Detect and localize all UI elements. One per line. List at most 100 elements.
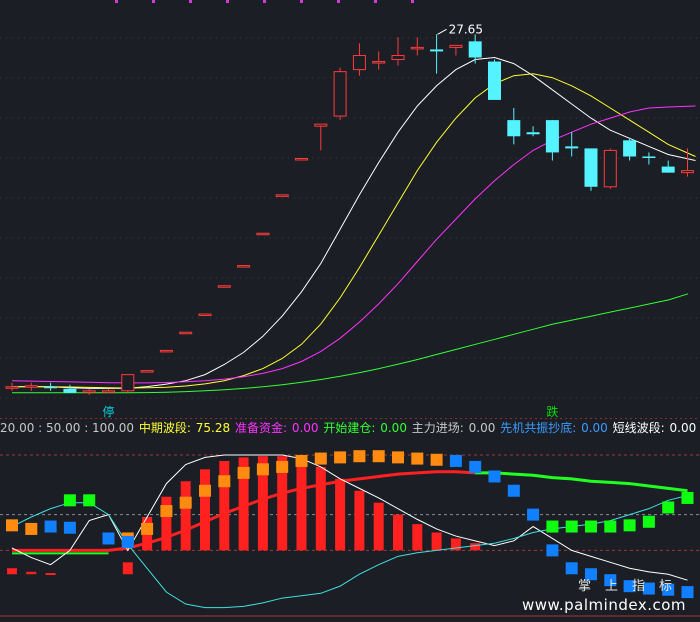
candlestick <box>449 44 463 56</box>
blue-square <box>546 544 559 557</box>
top-marker-dot <box>300 0 303 3</box>
start-build-value: 0.00 <box>380 421 407 435</box>
candle-body <box>372 61 386 64</box>
blue-square <box>102 532 115 545</box>
candlestick <box>623 138 637 161</box>
green-square <box>681 491 694 504</box>
candle-body <box>545 120 559 153</box>
candle-body <box>488 61 501 100</box>
blue-square <box>449 454 462 467</box>
indicator-header: 20.00 : 50.00 : 100.00 中期波段: 75.28 准备资金:… <box>0 419 700 437</box>
red-bar <box>354 490 365 551</box>
candlestick <box>179 331 193 335</box>
blue-square <box>469 460 482 473</box>
candlestick <box>507 108 521 145</box>
candlestick <box>352 43 366 76</box>
orange-square <box>392 451 404 464</box>
candle-body <box>681 170 694 174</box>
blue-square <box>488 470 501 483</box>
watermark-brand: 掌上指标 <box>577 579 686 594</box>
candlestick <box>198 313 212 317</box>
candle-body <box>449 44 463 48</box>
candle-body <box>410 46 424 50</box>
ready-funds-value: 0.00 <box>291 421 319 435</box>
candle-body <box>198 313 212 317</box>
candlestick <box>275 194 289 197</box>
short-wave-value: 0.00 : 75.28 <box>669 421 700 435</box>
orange-square <box>430 453 443 466</box>
watermark-url: www.palmindex.com <box>521 596 686 614</box>
orange-square <box>218 475 231 488</box>
candlestick <box>410 37 424 56</box>
candle-body <box>333 71 347 117</box>
orange-square <box>199 484 211 497</box>
candlestick <box>256 232 270 236</box>
candlestick <box>159 349 173 353</box>
candle-body <box>507 120 521 137</box>
orange-square <box>314 452 327 465</box>
red-bar <box>219 460 230 551</box>
candle-body <box>44 386 58 389</box>
red-bar <box>180 481 191 551</box>
candle-body <box>5 386 19 389</box>
top-marker-dot <box>152 0 155 3</box>
top-marker-dot <box>411 0 414 3</box>
candlestick <box>526 126 540 137</box>
red-bar <box>470 543 481 551</box>
candle-body <box>140 370 154 373</box>
candle-body <box>217 285 231 288</box>
candle-body <box>584 148 598 187</box>
main-force-value: 0.00 <box>468 421 496 435</box>
red-bar <box>122 562 133 575</box>
candle-body <box>314 123 328 127</box>
short-wave-line <box>11 454 688 581</box>
red-bar <box>431 532 442 551</box>
red-bar <box>26 571 37 575</box>
orange-square <box>372 450 385 463</box>
candle-body <box>179 331 193 335</box>
candlestick <box>681 148 694 177</box>
candle-body <box>256 232 270 236</box>
candlestick <box>140 370 154 373</box>
red-bar <box>335 478 346 551</box>
candle-body <box>603 149 617 188</box>
candlestick <box>314 123 328 151</box>
orange-square <box>353 450 366 463</box>
candle-body <box>352 54 366 71</box>
candle-body <box>661 166 675 173</box>
orange-square <box>334 451 347 464</box>
red-bar <box>393 514 403 551</box>
candle-body <box>642 156 656 158</box>
red-bar <box>161 496 172 551</box>
candle-body <box>24 385 38 388</box>
chart-background <box>0 0 700 419</box>
candlestick <box>237 265 251 268</box>
candle-body <box>159 349 173 353</box>
green-square <box>83 494 96 507</box>
blue-square <box>507 484 520 497</box>
orange-square <box>6 519 18 532</box>
orange-square <box>179 496 192 509</box>
candle-body <box>391 54 405 61</box>
green-square <box>623 519 636 532</box>
candle-body <box>82 390 96 393</box>
trend-line-falling <box>475 471 688 493</box>
main-force-label: 主力进场: <box>411 421 464 435</box>
red-bar <box>200 469 210 551</box>
peak-price-label: 27.65 <box>449 22 483 36</box>
candlestick <box>430 34 444 74</box>
candle-body <box>121 374 135 392</box>
green-square <box>565 520 578 533</box>
candle-body <box>623 140 637 157</box>
red-bar <box>315 466 326 551</box>
candlestick <box>24 382 38 391</box>
red-bar <box>45 573 56 576</box>
ma-line-yellow <box>12 73 696 389</box>
candle-body <box>526 132 540 135</box>
blue-square <box>565 562 578 575</box>
red-bar <box>296 458 307 551</box>
indicator-params: 20.00 : 50.00 : 100.00 <box>0 421 135 435</box>
watermark: 掌上指标 www.palmindex.com <box>522 575 686 614</box>
candlestick <box>63 384 77 393</box>
candlestick <box>82 388 96 395</box>
